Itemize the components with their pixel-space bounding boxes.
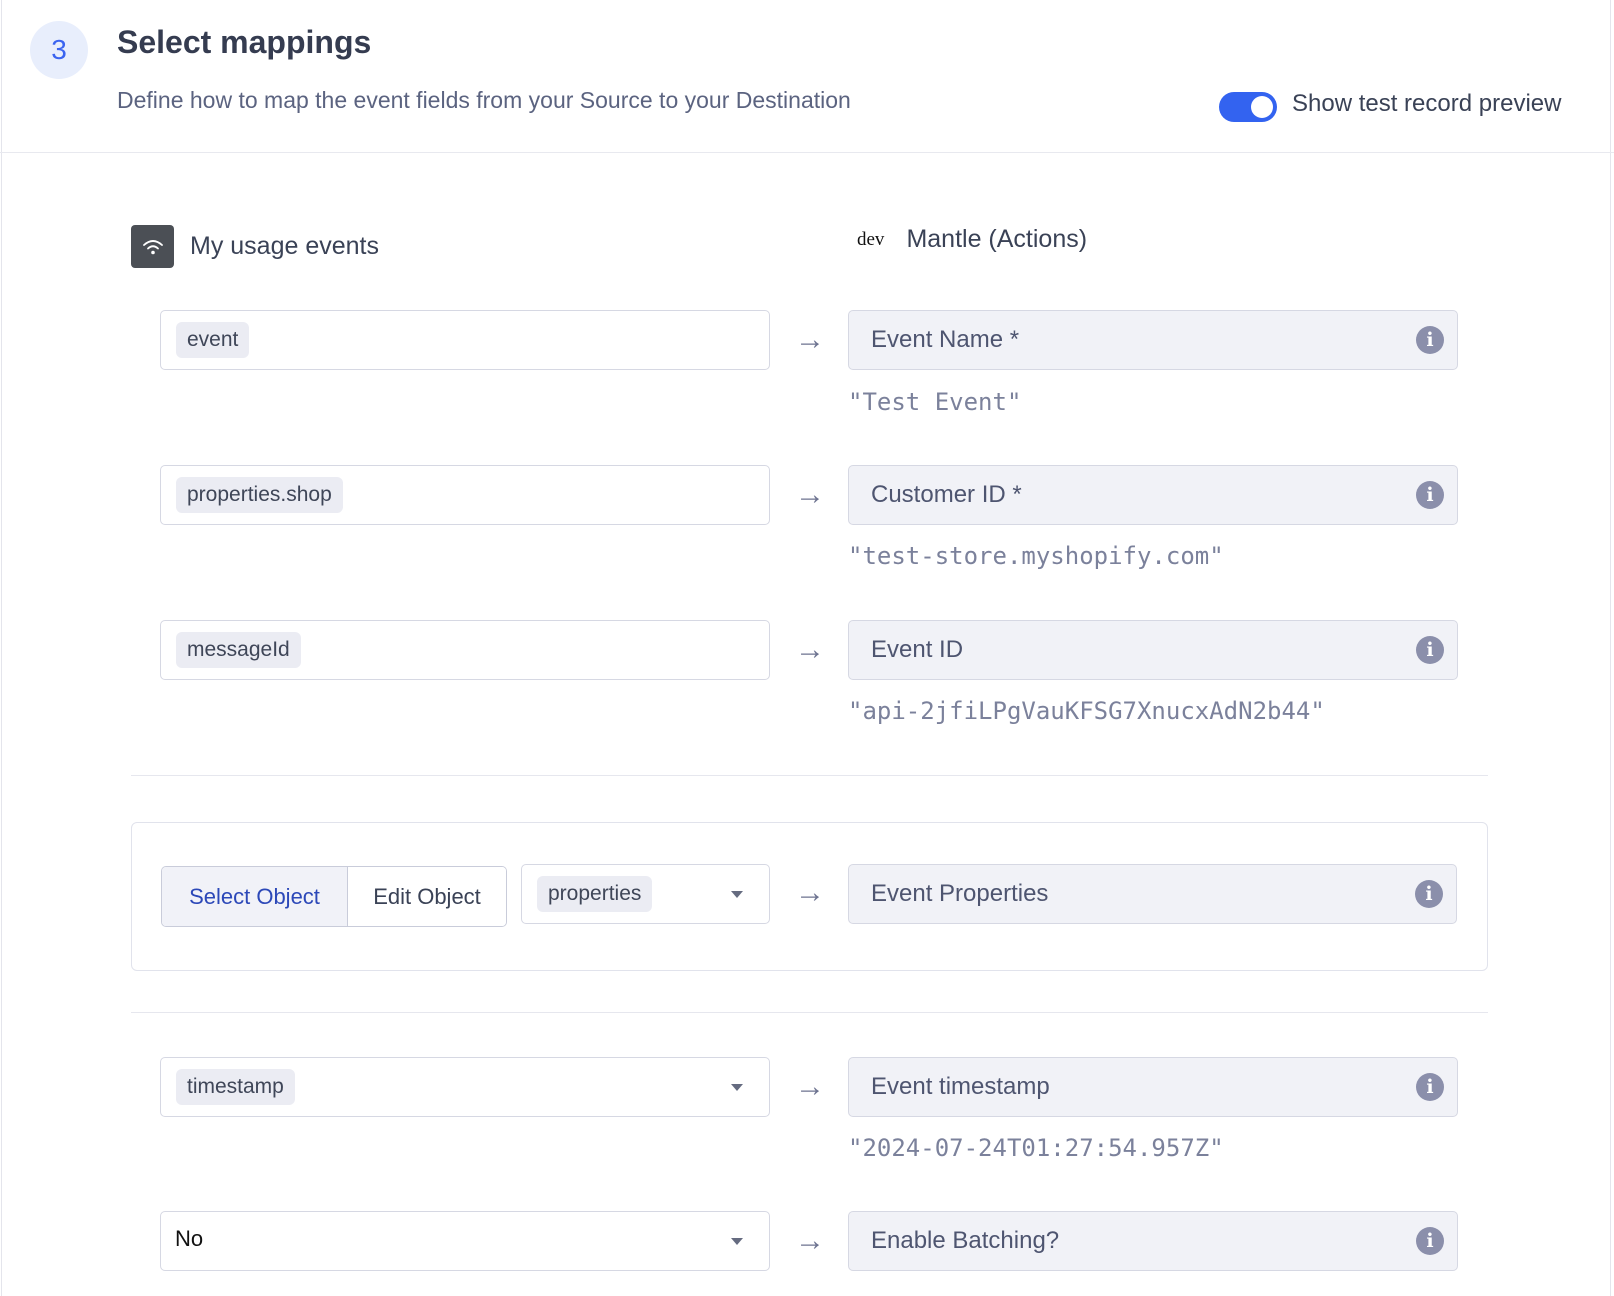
destination-header: dev Mantle (Actions) <box>857 225 1087 254</box>
target-field-enable-batching: Enable Batching? i <box>848 1211 1458 1271</box>
test-record-preview-toggle[interactable] <box>1219 92 1277 122</box>
object-mode-segmented-control: Select Object Edit Object <box>161 866 507 927</box>
select-value: No <box>175 1226 204 1251</box>
target-field-customer-id: Customer ID * i <box>848 465 1458 525</box>
field-chip: event <box>176 322 250 358</box>
target-label: Enable Batching? <box>871 1227 1060 1254</box>
source-field-event[interactable]: event <box>160 310 770 370</box>
target-label: Event timestamp <box>871 1073 1050 1100</box>
arrow-right-icon: → <box>795 876 825 909</box>
info-icon[interactable]: i <box>1415 880 1443 908</box>
toggle-label: Show test record preview <box>1292 90 1562 117</box>
arrow-right-icon: → <box>795 323 825 356</box>
info-icon[interactable]: i <box>1416 481 1444 509</box>
info-icon[interactable]: i <box>1416 1073 1444 1101</box>
toggle-knob <box>1251 96 1273 118</box>
destination-logo: dev <box>857 228 885 250</box>
edit-object-button[interactable]: Edit Object <box>348 867 506 926</box>
target-field-event-id: Event ID i <box>848 620 1458 680</box>
target-label: Event ID <box>871 636 964 663</box>
target-label: Customer ID * <box>871 481 1022 508</box>
target-label: Event Properties <box>871 880 1049 907</box>
preview-value: "api-2jfiLPgVauKFSG7XnucxAdN2b44" <box>848 697 1325 725</box>
source-field-timestamp[interactable]: timestamp <box>160 1057 770 1117</box>
select-object-button[interactable]: Select Object <box>162 867 348 926</box>
info-icon[interactable]: i <box>1416 636 1444 664</box>
page-title: Select mappings <box>117 24 372 60</box>
chevron-down-icon <box>731 891 743 898</box>
field-chip: properties.shop <box>176 477 343 513</box>
enable-batching-select[interactable]: No <box>160 1211 770 1271</box>
step-number-badge: 3 <box>30 21 88 79</box>
source-header: My usage events <box>131 225 379 268</box>
source-field-properties-shop[interactable]: properties.shop <box>160 465 770 525</box>
object-source-select[interactable]: properties <box>521 864 770 924</box>
arrow-right-icon: → <box>795 1070 825 1103</box>
arrow-right-icon: → <box>795 478 825 511</box>
destination-name: Mantle (Actions) <box>906 225 1088 253</box>
arrow-right-icon: → <box>795 1224 825 1257</box>
field-chip: messageId <box>176 632 301 668</box>
preview-value: "Test Event" <box>848 388 1022 416</box>
target-field-event-properties: Event Properties i <box>848 864 1457 924</box>
divider <box>131 775 1488 776</box>
target-field-event-timestamp: Event timestamp i <box>848 1057 1458 1117</box>
preview-value: "test-store.myshopify.com" <box>848 542 1224 570</box>
wifi-icon <box>131 225 174 268</box>
arrow-right-icon: → <box>795 633 825 666</box>
field-chip: timestamp <box>176 1069 295 1105</box>
source-name: My usage events <box>190 232 379 260</box>
divider <box>131 1012 1488 1013</box>
chevron-down-icon <box>731 1084 743 1091</box>
chevron-down-icon <box>731 1238 743 1245</box>
preview-value: "2024-07-24T01:27:54.957Z" <box>848 1134 1224 1162</box>
target-label: Event Name * <box>871 326 1020 353</box>
step-header: 3 Select mappings Define how to map the … <box>0 0 1614 153</box>
field-chip: properties <box>537 876 653 912</box>
source-field-message-id[interactable]: messageId <box>160 620 770 680</box>
target-field-event-name: Event Name * i <box>848 310 1458 370</box>
page-subtitle: Define how to map the event fields from … <box>117 87 851 113</box>
info-icon[interactable]: i <box>1416 1227 1444 1255</box>
info-icon[interactable]: i <box>1416 326 1444 354</box>
